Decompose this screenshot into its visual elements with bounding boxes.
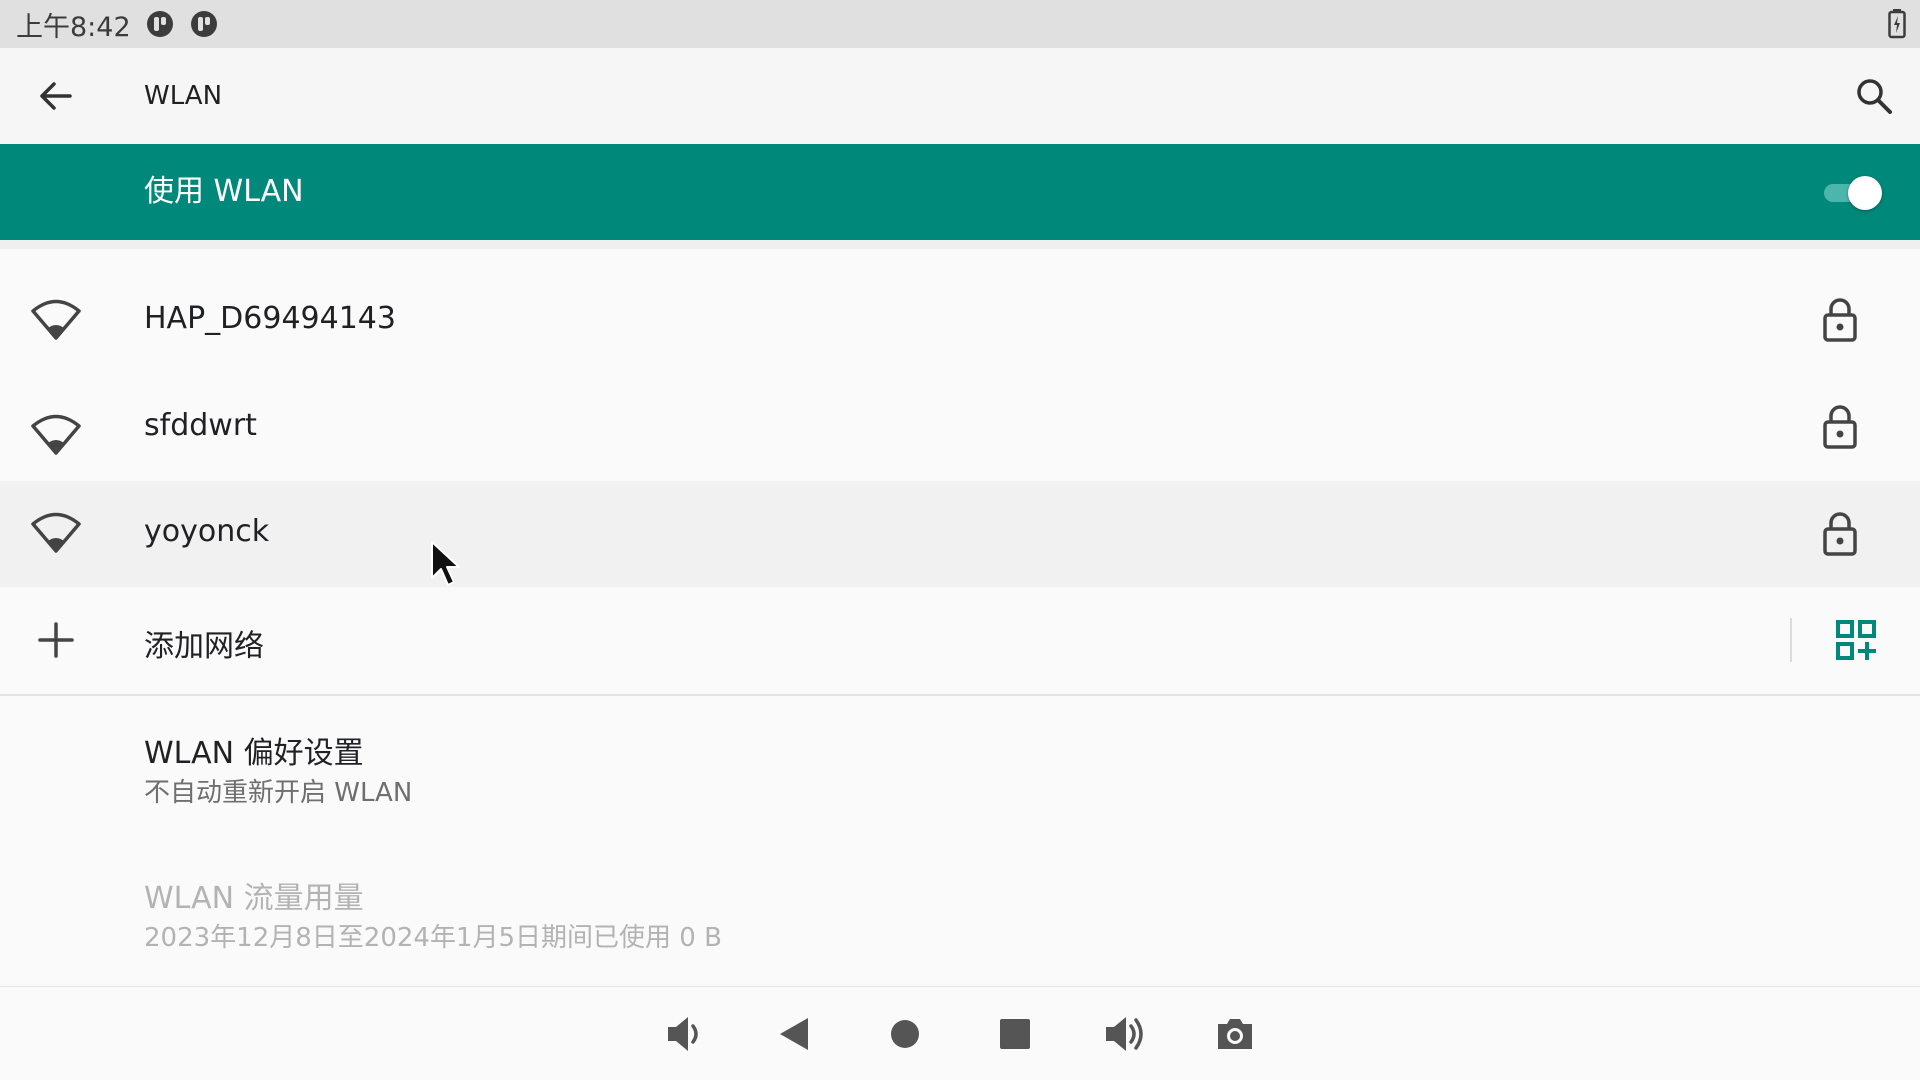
wlan-preferences-title: WLAN 偏好设置	[144, 736, 364, 771]
qr-code-scan-icon[interactable]	[1836, 620, 1876, 660]
wifi-signal-icon	[30, 409, 82, 461]
recents-square-icon[interactable]	[990, 1009, 1040, 1059]
wlan-data-usage-title: WLAN 流量用量	[144, 881, 364, 916]
add-network-label: 添加网络	[144, 629, 264, 664]
wlan-toggle[interactable]	[1818, 174, 1882, 210]
lock-icon	[1822, 297, 1858, 343]
lock-icon	[1822, 511, 1858, 557]
mouse-cursor-icon	[428, 540, 462, 590]
notification-app-icon	[145, 9, 175, 39]
section-separator	[0, 240, 1920, 249]
network-ssid: sfddwrt	[144, 408, 257, 443]
navigation-bar	[0, 986, 1920, 1080]
notification-app-icon	[189, 9, 219, 39]
search-icon[interactable]	[1852, 74, 1896, 118]
camera-screenshot-icon[interactable]	[1210, 1009, 1260, 1059]
volume-down-icon[interactable]	[660, 1009, 710, 1059]
wifi-signal-icon	[30, 294, 82, 346]
network-row[interactable]: yoyonck	[0, 481, 1920, 587]
toggle-thumb	[1848, 176, 1882, 210]
page-title: WLAN	[144, 81, 223, 111]
home-circle-icon[interactable]	[880, 1009, 930, 1059]
vertical-divider	[1790, 618, 1792, 662]
network-row[interactable]: sfddwrt	[0, 391, 1920, 481]
arrow-back-icon[interactable]	[34, 74, 78, 118]
app-bar: WLAN	[0, 48, 1920, 144]
wifi-signal-icon	[30, 507, 82, 559]
volume-up-icon[interactable]	[1100, 1009, 1150, 1059]
wlan-master-switch-bar[interactable]: 使用 WLAN	[0, 144, 1920, 240]
battery-charging-icon	[1888, 9, 1906, 39]
network-ssid: HAP_D69494143	[144, 301, 396, 336]
network-ssid: yoyonck	[144, 514, 270, 549]
status-bar: 上午8:42	[0, 0, 1920, 48]
lock-icon	[1822, 404, 1858, 450]
plus-icon	[30, 614, 82, 666]
wlan-data-usage-summary: 2023年12月8日至2024年1月5日期间已使用 0 B	[144, 923, 722, 953]
wlan-preferences-summary: 不自动重新开启 WLAN	[144, 778, 413, 808]
wlan-master-switch-label: 使用 WLAN	[144, 174, 304, 209]
add-network-row[interactable]: 添加网络	[0, 587, 1920, 694]
back-triangle-icon[interactable]	[770, 1009, 820, 1059]
network-row[interactable]: HAP_D69494143	[0, 249, 1920, 391]
status-time: 上午8:42	[16, 11, 131, 43]
